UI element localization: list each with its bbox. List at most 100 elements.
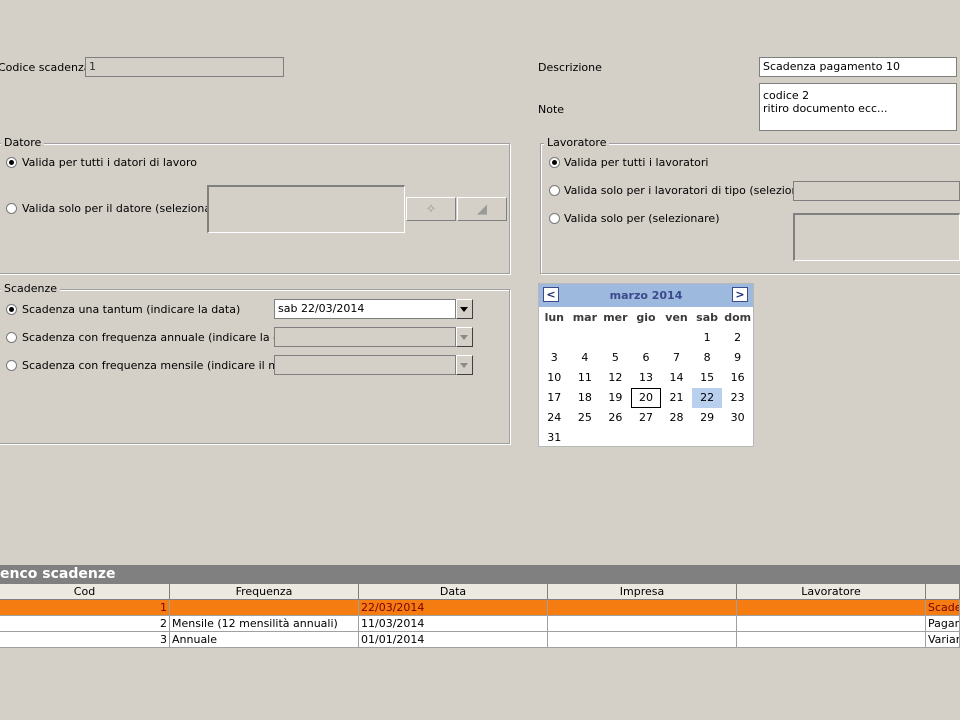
calendar-empty-cell <box>631 428 662 448</box>
scadenza-annuale-dropdown[interactable] <box>456 327 473 347</box>
table-cell-lavoratore <box>737 632 926 648</box>
calendar-week-row: 24 25 26 27 28 29 30 <box>539 408 753 428</box>
table-cell-cod: 1 <box>0 600 170 616</box>
calendar-week-row: 10 11 12 13 14 15 16 <box>539 368 753 388</box>
calendar-day[interactable]: 9 <box>722 348 753 368</box>
calendar-day[interactable]: 8 <box>692 348 723 368</box>
calendar-day[interactable]: 20 <box>630 388 662 408</box>
calendar-day[interactable]: 21 <box>661 388 692 408</box>
calendar-day[interactable]: 13 <box>631 368 662 388</box>
calendar-weekday: dom <box>724 311 752 324</box>
column-header[interactable]: Lavoratore <box>737 584 926 600</box>
calendar-day[interactable]: 7 <box>661 348 692 368</box>
calendar-empty-cell <box>722 428 753 448</box>
calendar-empty-cell <box>600 328 631 348</box>
table-row[interactable]: 1 22/03/2014 Scaden <box>0 600 960 616</box>
scadenza-tantum-label[interactable]: Scadenza una tantum (indicare la data) <box>22 303 240 316</box>
calendar-day[interactable]: 22 <box>691 388 723 408</box>
datore-selection-box[interactable] <box>207 185 405 233</box>
calendar-day[interactable]: 18 <box>570 388 601 408</box>
calendar-day[interactable]: 12 <box>600 368 631 388</box>
datore-one-radio[interactable] <box>6 203 17 214</box>
note-label: Note <box>538 103 565 116</box>
table-row[interactable]: 3Annuale01/01/2014 Variare <box>0 632 960 648</box>
calendar-day[interactable]: 16 <box>722 368 753 388</box>
datore-all-radio[interactable] <box>6 157 17 168</box>
calendar-day[interactable]: 28 <box>661 408 692 428</box>
calendar-day[interactable]: 2 <box>722 328 753 348</box>
calendar-day[interactable]: 23 <box>722 388 753 408</box>
column-header[interactable]: Data <box>359 584 548 600</box>
calendar-day[interactable]: 10 <box>539 368 570 388</box>
datore-clear-button[interactable]: ◢ <box>457 197 507 221</box>
calendar-day[interactable]: 30 <box>722 408 753 428</box>
table-cell-impresa <box>548 632 737 648</box>
calendar-weekday: lun <box>544 311 564 324</box>
scadenza-tantum-date[interactable]: sab 22/03/2014 <box>274 299 456 319</box>
calendar-next-button[interactable]: > <box>732 287 748 302</box>
chevron-right-icon: > <box>735 288 745 301</box>
datore-one-label[interactable]: Valida solo per il datore (selezionare) <box>22 202 226 215</box>
scadenza-tantum-dropdown[interactable] <box>456 299 473 319</box>
table-cell-descrizione: Scaden <box>926 600 960 616</box>
calendar-day[interactable]: 26 <box>600 408 631 428</box>
scadenza-annuale-radio[interactable] <box>6 332 17 343</box>
datore-all-label[interactable]: Valida per tutti i datori di lavoro <box>22 156 197 169</box>
calendar-day[interactable]: 4 <box>570 348 601 368</box>
calendar-weekday-row: lun mar mer gio ven sab dom <box>539 308 753 328</box>
column-header[interactable]: Cod <box>0 584 170 600</box>
calendar-day[interactable]: 29 <box>692 408 723 428</box>
column-header[interactable]: Frequenza <box>170 584 359 600</box>
column-header[interactable]: Impresa <box>548 584 737 600</box>
scadenze-group-title: Scadenze <box>1 283 61 295</box>
calendar-day[interactable]: 24 <box>539 408 570 428</box>
table-cell-frequenza: Mensile (12 mensilità annuali) <box>170 616 359 632</box>
calendar-day[interactable]: 15 <box>692 368 723 388</box>
lavoratore-type-radio[interactable] <box>549 185 560 196</box>
calendar-day[interactable]: 31 <box>539 428 570 448</box>
codice-field[interactable]: 1 <box>85 57 284 77</box>
table-row[interactable]: 2 Mensile (12 mensilità annuali) 11/03/201… <box>0 616 960 632</box>
scadenza-annuale-label[interactable]: Scadenza con frequenza annuale (indicare… <box>22 331 302 344</box>
calendar-day[interactable]: 25 <box>570 408 601 428</box>
calendar-day[interactable]: 6 <box>631 348 662 368</box>
table-cell-lavoratore <box>737 600 926 616</box>
lavoratore-type-label[interactable]: Valida solo per i lavoratori di tipo (se… <box>564 184 821 197</box>
calendar-weekday: ven <box>665 311 688 324</box>
lavoratore-type-field[interactable] <box>793 181 960 201</box>
descrizione-field[interactable]: Scadenza pagamento 10 <box>759 57 957 77</box>
calendar-week-row: 31 <box>539 428 753 448</box>
table-cell-impresa <box>548 600 737 616</box>
scadenza-mensile-dropdown[interactable] <box>456 355 473 375</box>
calendar-day[interactable]: 1 <box>692 328 723 348</box>
lavoratore-one-label[interactable]: Valida solo per (selezionare) <box>564 212 719 225</box>
scadenza-mensile-label[interactable]: Scadenza con frequenza mensile (indicare… <box>22 359 303 372</box>
lavoratore-group-title: Lavoratore <box>544 137 610 149</box>
scadenze-table: Cod Frequenza Data Impresa Lavoratore 1 22/03/… <box>0 584 960 648</box>
calendar-day[interactable]: 11 <box>570 368 601 388</box>
calendar-day[interactable]: 14 <box>661 368 692 388</box>
scadenza-mensile-radio[interactable] <box>6 360 17 371</box>
scadenza-mensile-date[interactable] <box>274 355 456 375</box>
calendar-day[interactable]: 17 <box>539 388 570 408</box>
calendar-week-row: 3456789 <box>539 348 753 368</box>
scadenza-annuale-date[interactable] <box>274 327 456 347</box>
column-header[interactable] <box>926 584 960 600</box>
calendar-day[interactable]: 27 <box>631 408 662 428</box>
calendar-empty-cell <box>661 428 692 448</box>
note-field[interactable]: codice 2 ritiro documento ecc... <box>759 83 957 131</box>
calendar-empty-cell <box>692 428 723 448</box>
datore-pick-button[interactable]: ✧ <box>406 197 456 221</box>
lavoratore-all-radio[interactable] <box>549 157 560 168</box>
calendar-day[interactable]: 5 <box>600 348 631 368</box>
calendar-day[interactable]: 3 <box>539 348 570 368</box>
lavoratore-one-radio[interactable] <box>549 213 560 224</box>
scadenza-tantum-radio[interactable] <box>6 304 17 315</box>
descrizione-label: Descrizione <box>538 61 602 74</box>
calendar-month-title: marzo 2014 <box>609 289 683 302</box>
lavoratore-selection-box[interactable] <box>793 213 960 261</box>
lavoratore-all-label[interactable]: Valida per tutti i lavoratori <box>564 156 708 169</box>
calendar-day[interactable]: 19 <box>600 388 631 408</box>
calendar-weekday: sab <box>696 311 719 324</box>
codice-label: Codice scadenza <box>0 61 91 74</box>
